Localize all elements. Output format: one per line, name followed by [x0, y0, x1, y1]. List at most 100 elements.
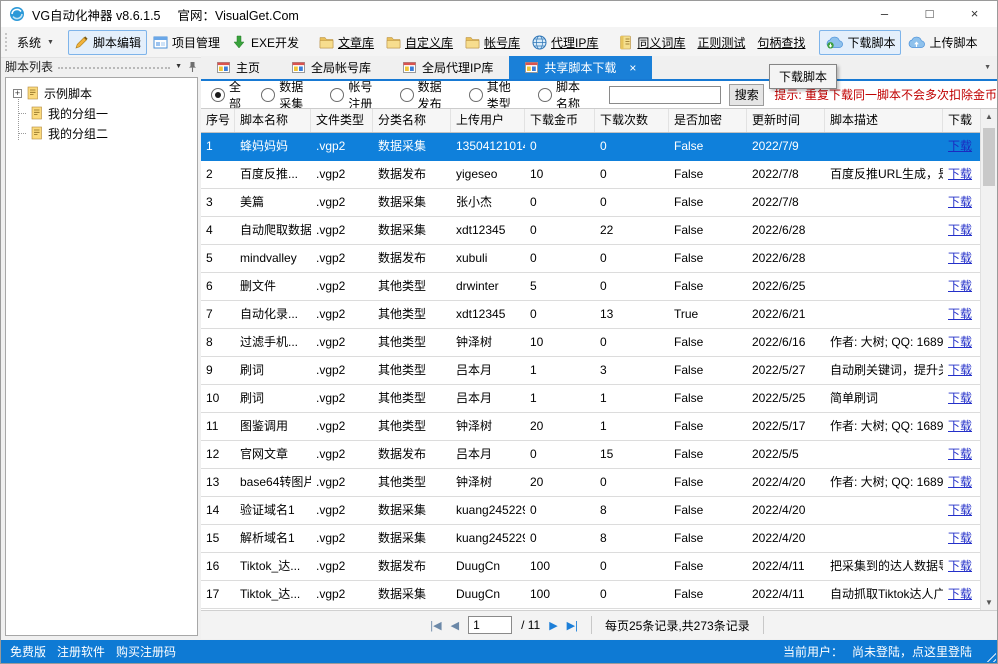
scrollbar-thumb[interactable] — [983, 128, 995, 186]
table-row[interactable]: 11 图鉴调用 .vgp2 其他类型 钟泽树 20 1 False 2022/5… — [201, 413, 980, 441]
table-row[interactable]: 15 解析域名1 .vgp2 数据采集 kuang2452299 0 8 Fal… — [201, 525, 980, 553]
panel-dropdown-icon[interactable] — [175, 63, 182, 70]
radio-script-name[interactable]: 脚本名称 — [538, 81, 590, 108]
download-link[interactable]: 下载 — [948, 139, 972, 153]
table-header-cell[interactable]: 序号 — [201, 109, 235, 132]
radio-icon[interactable] — [211, 88, 225, 102]
radio-account-register[interactable]: 帐号注册 — [330, 81, 382, 108]
login-link[interactable]: 尚未登陆，点这里登陆 — [852, 643, 972, 660]
table-row[interactable]: 2 百度反推... .vgp2 数据发布 yigeseo 10 0 False … — [201, 161, 980, 189]
button-account-library[interactable]: 帐号库 — [459, 30, 526, 55]
menu-system[interactable]: 系统 — [11, 30, 60, 55]
tab-overflow-icon[interactable] — [984, 64, 991, 71]
tab-close-icon[interactable]: × — [629, 61, 636, 75]
radio-all[interactable]: 全部 — [211, 81, 244, 108]
page-input[interactable] — [468, 616, 512, 634]
download-link[interactable]: 下载 — [948, 279, 972, 293]
search-button[interactable]: 搜索 — [729, 84, 764, 106]
button-exe-develop[interactable]: EXE开发 — [226, 30, 305, 55]
table-row[interactable]: 14 验证域名1 .vgp2 数据采集 kuang2452299 0 8 Fal… — [201, 497, 980, 525]
tree-item-example-scripts[interactable]: 示例脚本 — [6, 83, 197, 103]
table-header-cell[interactable]: 脚本名称 — [235, 109, 311, 132]
table-header-cell[interactable]: 脚本描述 — [825, 109, 943, 132]
download-link[interactable]: 下载 — [948, 223, 972, 237]
tree-item-my-group-1[interactable]: 我的分组一 — [6, 103, 197, 123]
close-button[interactable]: × — [952, 1, 997, 27]
table-row[interactable]: 12 官网文章 .vgp2 数据发布 吕本月 0 15 False 2022/5… — [201, 441, 980, 469]
radio-icon[interactable] — [261, 88, 275, 102]
table-row[interactable]: 7 自动化录... .vgp2 其他类型 xdt12345 0 13 True … — [201, 301, 980, 329]
download-link[interactable]: 下载 — [948, 419, 972, 433]
prev-page-button[interactable]: ◀ — [451, 619, 459, 632]
button-synonym-library[interactable]: 同义词库 — [612, 30, 691, 55]
button-download-manage[interactable]: 下载管理 — [991, 30, 998, 55]
table-row[interactable]: 8 过滤手机... .vgp2 其他类型 钟泽树 10 0 False 2022… — [201, 329, 980, 357]
button-download-script[interactable]: 下载脚本 — [819, 30, 901, 55]
button-script-edit[interactable]: 脚本编辑 — [68, 30, 147, 55]
table-row[interactable]: 13 base64转图片 .vgp2 其他类型 钟泽树 20 0 False 2… — [201, 469, 980, 497]
radio-data-publish[interactable]: 数据发布 — [400, 81, 452, 108]
table-row[interactable]: 5 mindvalley .vgp2 数据发布 xubuli 0 0 False… — [201, 245, 980, 273]
button-proxy-ip-library[interactable]: 代理IP库 — [526, 30, 604, 55]
download-link[interactable]: 下载 — [948, 307, 972, 321]
table-header-cell[interactable]: 更新时间 — [747, 109, 825, 132]
table-row[interactable]: 6 删文件 .vgp2 其他类型 drwinter 5 0 False 2022… — [201, 273, 980, 301]
table-row[interactable]: 9 刷词 .vgp2 其他类型 吕本月 1 3 False 2022/5/27 … — [201, 357, 980, 385]
download-link[interactable]: 下载 — [948, 335, 972, 349]
maximize-button[interactable]: □ — [907, 1, 952, 27]
search-input[interactable] — [609, 86, 721, 104]
download-link[interactable]: 下载 — [948, 391, 972, 405]
vertical-scrollbar[interactable] — [980, 109, 997, 611]
buy-license-link[interactable]: 购买注册码 — [116, 643, 176, 660]
expand-icon[interactable] — [13, 89, 22, 98]
radio-icon[interactable] — [538, 88, 552, 102]
button-regex-test[interactable]: 正则测试 — [691, 30, 751, 55]
download-link[interactable]: 下载 — [948, 531, 972, 545]
button-custom-library[interactable]: 自定义库 — [380, 30, 459, 55]
table-row[interactable]: 1 蜂妈妈妈 .vgp2 数据采集 13504121014 0 0 False … — [201, 133, 980, 161]
register-software-link[interactable]: 注册软件 — [57, 643, 105, 660]
download-link[interactable]: 下载 — [948, 475, 972, 489]
table-header-cell[interactable]: 上传用户 — [451, 109, 525, 132]
table-header-cell[interactable]: 下载次数 — [595, 109, 669, 132]
pin-icon[interactable] — [187, 61, 198, 73]
free-version-label[interactable]: 免费版 — [10, 643, 46, 660]
first-page-button[interactable]: |◀ — [430, 619, 441, 632]
download-link[interactable]: 下载 — [948, 447, 972, 461]
download-link[interactable]: 下载 — [948, 587, 972, 601]
button-project-manage[interactable]: 项目管理 — [147, 30, 226, 55]
tab-home[interactable]: 主页 — [201, 56, 276, 79]
radio-data-collect[interactable]: 数据采集 — [261, 81, 313, 108]
download-link[interactable]: 下载 — [948, 503, 972, 517]
next-page-button[interactable]: ▶ — [549, 619, 557, 632]
table-header-cell[interactable]: 文件类型 — [311, 109, 373, 132]
radio-other-type[interactable]: 其他类型 — [469, 81, 521, 108]
button-handle-find[interactable]: 句柄查找 — [751, 30, 811, 55]
tree-item-my-group-2[interactable]: 我的分组二 — [6, 123, 197, 143]
table-header-cell[interactable]: 分类名称 — [373, 109, 451, 132]
table-row[interactable]: 4 自动爬取数据 .vgp2 数据采集 xdt12345 0 22 False … — [201, 217, 980, 245]
download-link[interactable]: 下载 — [948, 167, 972, 181]
table-row[interactable]: 10 刷词 .vgp2 其他类型 吕本月 1 1 False 2022/5/25… — [201, 385, 980, 413]
radio-icon[interactable] — [330, 88, 344, 102]
download-link[interactable]: 下载 — [948, 559, 972, 573]
table-row[interactable]: 3 美篇 .vgp2 数据采集 张小杰 0 0 False 2022/7/8 下… — [201, 189, 980, 217]
table-header-cell[interactable]: 是否加密 — [669, 109, 747, 132]
scroll-up-icon[interactable] — [981, 109, 997, 125]
download-link[interactable]: 下载 — [948, 363, 972, 377]
radio-icon[interactable] — [469, 88, 483, 102]
tab-shared-script-download[interactable]: 共享脚本下载 × — [509, 56, 652, 79]
tab-global-proxy-ip[interactable]: 全局代理IP库 — [387, 56, 509, 79]
button-upload-script[interactable]: 上传脚本 — [901, 30, 983, 55]
button-article-library[interactable]: 文章库 — [313, 30, 380, 55]
tab-global-accounts[interactable]: 全局帐号库 — [276, 56, 387, 79]
download-link[interactable]: 下载 — [948, 251, 972, 265]
table-row[interactable]: 16 Tiktok_达... .vgp2 数据发布 DuugCn 100 0 F… — [201, 553, 980, 581]
table-row[interactable]: 17 Tiktok_达... .vgp2 数据采集 DuugCn 100 0 F… — [201, 581, 980, 609]
radio-icon[interactable] — [400, 88, 414, 102]
last-page-button[interactable]: ▶| — [567, 619, 578, 632]
resize-grip[interactable] — [983, 649, 996, 662]
table-header-cell[interactable]: 下载 — [943, 109, 977, 132]
scroll-down-icon[interactable] — [981, 595, 997, 611]
minimize-button[interactable]: – — [862, 1, 907, 27]
